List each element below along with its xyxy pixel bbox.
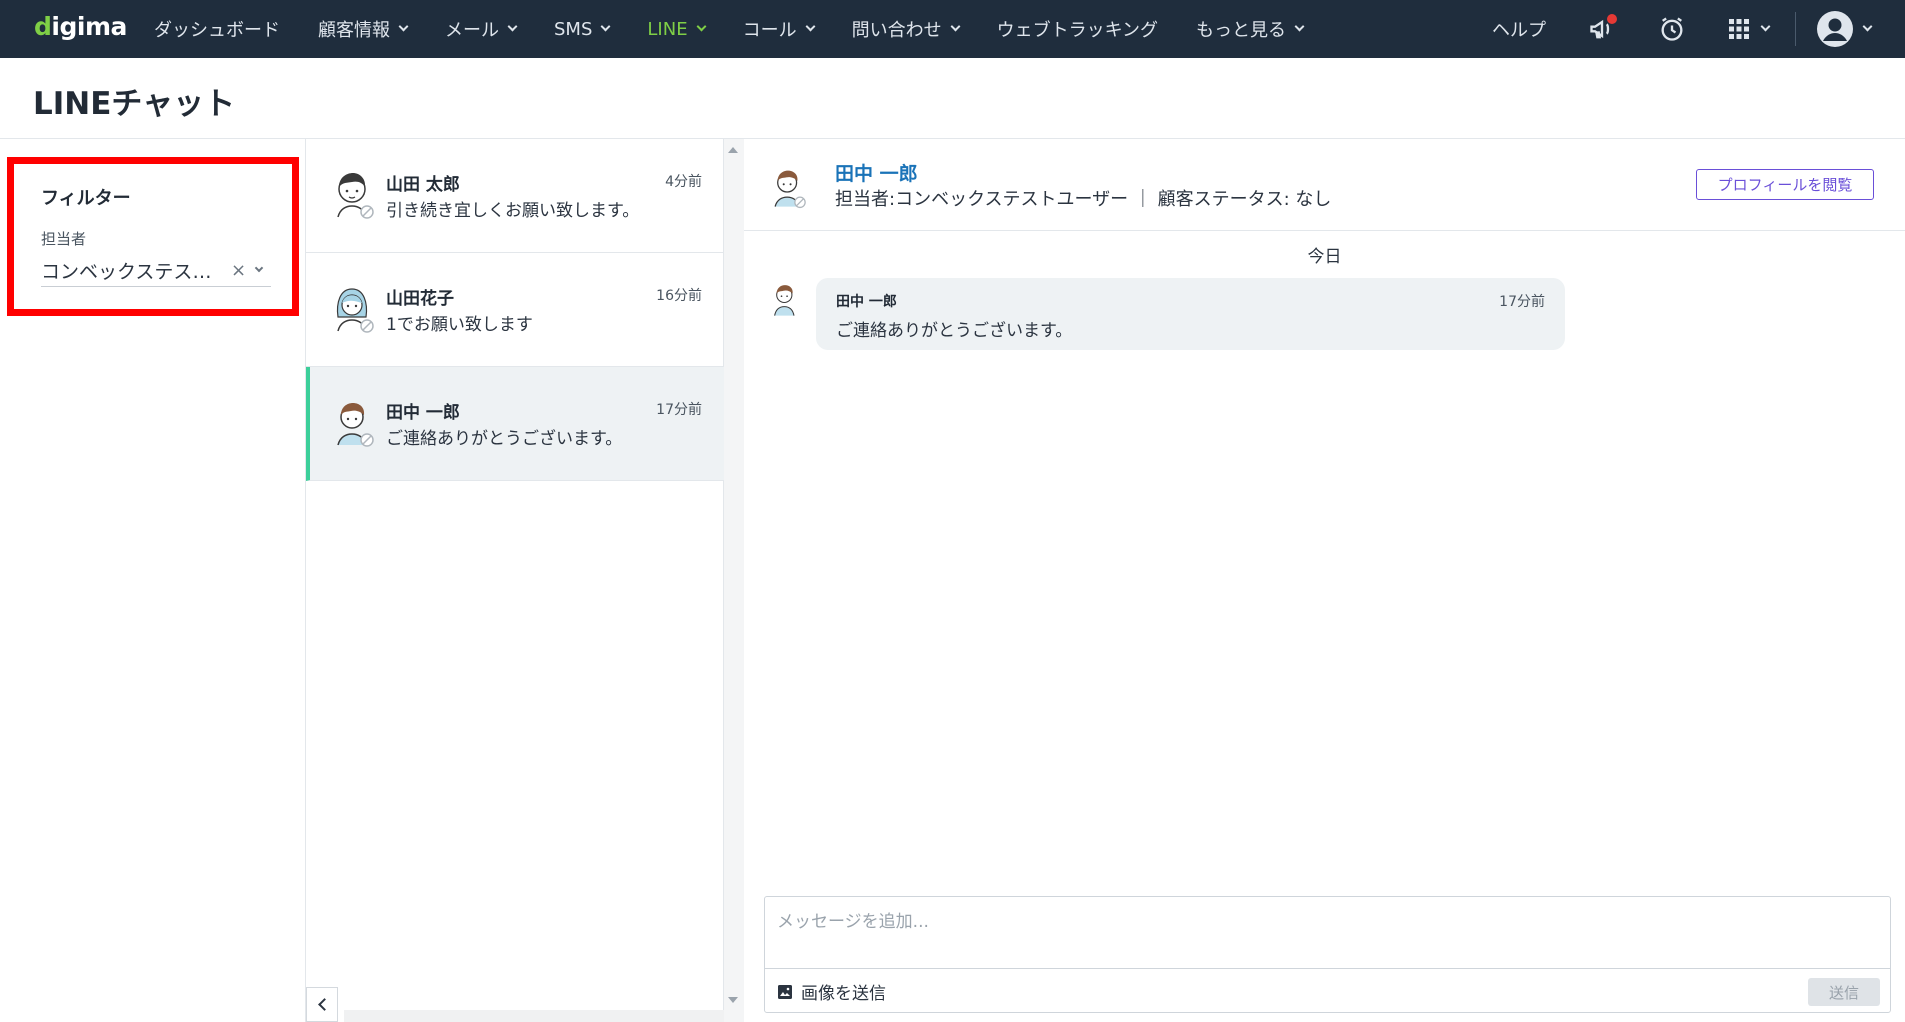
assignee-select[interactable]: コンベックステスト… × xyxy=(41,254,271,287)
chevron-down-icon xyxy=(600,21,611,32)
horizontal-scrollbar[interactable] xyxy=(344,1010,724,1022)
nav-item-label: メール xyxy=(445,20,499,41)
chevron-left-icon xyxy=(317,998,331,1011)
conversation-time: 4分前 xyxy=(665,174,702,190)
chat-header: 田中 一郎 担当者:コンベックステストユーザー ｜ 顧客ステータス: なし プロ… xyxy=(744,139,1905,231)
male-user-avatar-icon xyxy=(337,173,374,219)
filter-highlight-box: フィルター 担当者 コンベックステスト… × xyxy=(7,157,299,316)
logo-accent-letter: d xyxy=(34,12,52,41)
nav-item-web-tracking[interactable]: ウェブトラッキング xyxy=(997,16,1158,42)
filter-panel: フィルター 担当者 コンベックステスト… × xyxy=(0,139,306,1022)
alarm-clock-icon[interactable] xyxy=(1658,15,1686,43)
user-avatar-icon xyxy=(1817,11,1853,47)
notification-dot xyxy=(1607,14,1617,24)
page-header: LINEチャット xyxy=(0,58,1905,139)
conversation-item[interactable]: 山田花子 16分前 1でお願い致します xyxy=(306,253,724,367)
assignee-selected-value: コンベックステスト… xyxy=(41,260,223,283)
contact-name-link[interactable]: 田中 一郎 xyxy=(835,159,918,186)
conversation-time: 17分前 xyxy=(656,402,702,418)
send-button[interactable]: 送信 xyxy=(1808,978,1880,1006)
nav-item-sms[interactable]: SMS xyxy=(554,18,611,40)
male-user-avatar-icon xyxy=(337,403,374,447)
male-user-avatar-icon xyxy=(774,170,806,209)
nav-item-label: SMS xyxy=(554,18,593,40)
male-user-avatar-icon xyxy=(774,285,795,316)
scroll-up-arrow-icon[interactable] xyxy=(728,147,738,153)
conversation-item[interactable]: 山田 太郎 4分前 引き続き宜しくお願い致します。 xyxy=(306,139,724,253)
conversation-list-scrollbar[interactable] xyxy=(724,139,744,1022)
message-sender: 田中 一郎 xyxy=(836,294,897,310)
chevron-down-icon[interactable] xyxy=(254,263,264,272)
scroll-down-arrow-icon[interactable] xyxy=(728,997,738,1003)
nav-item-dashboard[interactable]: ダッシュボード xyxy=(154,16,280,42)
nav-item-label: もっと見る xyxy=(1196,20,1287,41)
nav-item-label: 問い合わせ xyxy=(851,20,942,41)
nav-item-mail[interactable]: メール xyxy=(445,16,518,42)
chevron-down-icon xyxy=(696,21,707,32)
chevron-down-icon xyxy=(398,21,409,32)
nav-divider xyxy=(1795,12,1796,46)
chevron-down-icon xyxy=(805,21,816,32)
nav-right-tools: ヘルプ xyxy=(1492,0,1905,58)
send-image-label: 画像を送信 xyxy=(801,984,886,1004)
nav-item-call[interactable]: コール xyxy=(742,16,816,42)
conversation-name: 山田 太郎 xyxy=(386,175,460,195)
contact-subtitle: 担当者:コンベックステストユーザー ｜ 顧客ステータス: なし xyxy=(835,189,1332,210)
main-menu: ダッシュボード 顧客情報 メール SMS LINE コール 問い合わせ ウェブト… xyxy=(154,0,1341,58)
conversation-preview: 1でお願い致します xyxy=(386,315,533,335)
chevron-down-icon xyxy=(1294,21,1305,32)
apps-grid-icon xyxy=(1729,19,1749,39)
filter-title: フィルター xyxy=(41,188,131,209)
conversation-preview: ご連絡ありがとうございます。 xyxy=(386,429,623,449)
top-navigation-bar: digima ダッシュボード 顧客情報 メール SMS LINE コール 問い合… xyxy=(0,0,1905,58)
conversation-name: 田中 一郎 xyxy=(386,403,460,423)
message-time: 17分前 xyxy=(1499,294,1545,310)
chevron-down-icon xyxy=(1760,21,1771,32)
assignee-label: 担当者 xyxy=(41,230,87,248)
conversation-time: 16分前 xyxy=(656,288,702,304)
message-bubble: 田中 一郎 17分前 ご連絡ありがとうございます。 xyxy=(816,278,1565,350)
page-title: LINEチャット xyxy=(33,86,236,122)
image-icon xyxy=(778,984,792,999)
conversation-list: 山田 太郎 4分前 引き続き宜しくお願い致します。 山田花子 16分前 1でお願… xyxy=(306,139,744,1022)
nav-item-label: ウェブトラッキング xyxy=(996,20,1159,41)
nav-item-label: ダッシュボード xyxy=(154,20,280,41)
nav-item-line[interactable]: LINE xyxy=(647,18,707,40)
female-user-avatar-icon xyxy=(336,288,374,333)
conversation-preview: 引き続き宜しくお願い致します。 xyxy=(386,201,640,221)
date-divider: 今日 xyxy=(1307,247,1342,267)
chevron-down-icon xyxy=(507,21,518,32)
clear-selection-icon[interactable]: × xyxy=(231,260,246,281)
nav-item-more[interactable]: もっと見る xyxy=(1196,16,1305,42)
nav-item-inquiry[interactable]: 問い合わせ xyxy=(851,16,961,42)
chat-panel: 田中 一郎 担当者:コンベックステストユーザー ｜ 顧客ステータス: なし プロ… xyxy=(744,139,1905,1022)
digima-logo[interactable]: digima xyxy=(34,12,127,41)
nav-item-label: 顧客情報 xyxy=(318,20,390,41)
message-text: ご連絡ありがとうございます。 xyxy=(836,321,1073,341)
collapse-panel-button[interactable] xyxy=(306,987,338,1022)
message-input[interactable] xyxy=(765,897,1890,969)
help-link[interactable]: ヘルプ xyxy=(1492,16,1546,42)
nav-item-label: LINE xyxy=(647,18,688,40)
send-image-button[interactable]: 画像を送信 xyxy=(777,979,886,1004)
chevron-down-icon xyxy=(950,21,961,32)
view-profile-button[interactable]: プロフィールを閲覧 xyxy=(1696,169,1874,200)
user-menu[interactable] xyxy=(1816,10,1873,48)
apps-menu[interactable] xyxy=(1728,18,1771,40)
megaphone-icon[interactable] xyxy=(1588,14,1617,43)
message-composer: 画像を送信 送信 xyxy=(764,896,1891,1013)
conversation-name: 山田花子 xyxy=(386,289,454,309)
chevron-down-icon xyxy=(1862,21,1873,32)
conversation-item-selected[interactable]: 田中 一郎 17分前 ご連絡ありがとうございます。 xyxy=(306,367,724,481)
logo-text: igima xyxy=(51,12,127,41)
nav-item-label: コール xyxy=(742,20,797,41)
nav-item-customer-info[interactable]: 顧客情報 xyxy=(318,16,409,42)
